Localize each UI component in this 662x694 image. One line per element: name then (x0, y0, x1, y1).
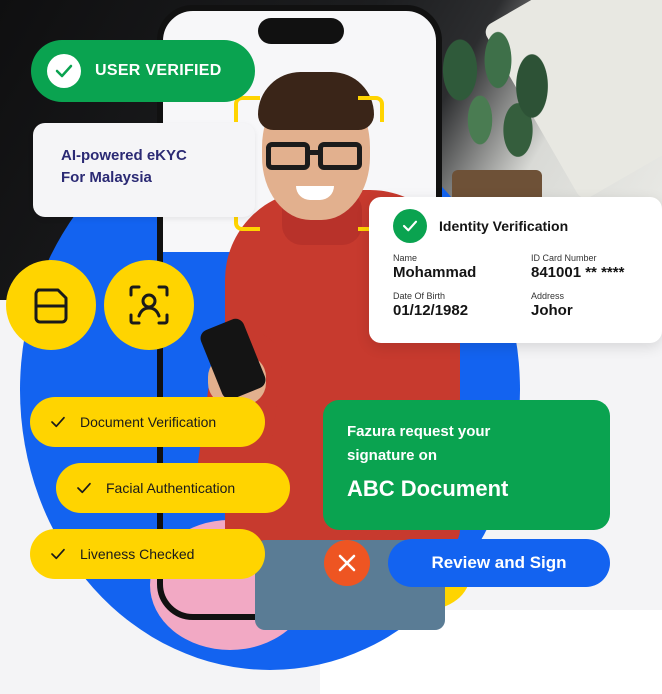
glasses-bridge (308, 150, 320, 155)
feature-label: Facial Authentication (106, 480, 236, 496)
identity-verification-card: Identity Verification Name Mohammad ID C… (369, 197, 662, 343)
check-icon (47, 54, 81, 88)
document-scan-icon (6, 260, 96, 350)
field-value: Mohammad (393, 264, 477, 281)
field-label: Date Of Birth (393, 291, 446, 301)
check-icon (76, 479, 92, 498)
signature-request-line-1: Fazura request your (347, 423, 491, 440)
face-scan-icon (104, 260, 194, 350)
identity-fields: Name Mohammad ID Card Number 841001 ** *… (387, 253, 644, 319)
feature-liveness-checked: Liveness Checked (30, 529, 265, 579)
user-verified-label: USER VERIFIED (95, 62, 222, 79)
check-icon (50, 413, 66, 432)
user-verified-badge: USER VERIFIED (31, 40, 255, 102)
field-label: Name (393, 253, 418, 263)
feature-label: Document Verification (80, 414, 217, 430)
promo-card: AI-powered eKYC For Malaysia (33, 123, 255, 217)
field-value: 01/12/1982 (393, 302, 469, 319)
field-value: Johor (531, 302, 573, 319)
field-label: Address (531, 291, 565, 301)
signature-request-line-2: signature on (347, 447, 438, 464)
promo-line-1: AI-powered eKYC (61, 147, 187, 164)
person-hair (258, 72, 374, 130)
check-icon (393, 209, 427, 243)
field-label: ID Card Number (531, 253, 597, 263)
signature-request-card: Fazura request your signature on ABC Doc… (323, 400, 610, 530)
document-name: ABC Document (347, 476, 509, 501)
field-dob: Date Of Birth 01/12/1982 (393, 291, 531, 319)
feature-label: Liveness Checked (80, 546, 195, 562)
hero-stage: USER VERIFIED AI-powered eKYC For Malays… (0, 0, 662, 694)
glasses-right-lens (318, 142, 362, 170)
promo-line-2: For Malaysia (61, 169, 152, 186)
close-icon (338, 554, 356, 572)
face-scan-bracket-top-left (234, 96, 260, 122)
review-and-sign-button[interactable]: Review and Sign (388, 539, 610, 587)
check-icon (50, 545, 66, 564)
face-scan-bracket-top-right (358, 96, 384, 122)
reject-button[interactable] (324, 540, 370, 586)
glasses-left-lens (266, 142, 310, 170)
field-address: Address Johor (531, 291, 661, 319)
field-id-number: ID Card Number 841001 ** **** (531, 253, 661, 281)
phone-notch (258, 18, 344, 44)
field-name: Name Mohammad (393, 253, 531, 281)
feature-document-verification: Document Verification (30, 397, 265, 447)
field-value: 841001 ** **** (531, 264, 625, 281)
identity-card-header: Identity Verification (393, 209, 644, 243)
identity-card-title: Identity Verification (439, 218, 569, 234)
feature-facial-authentication: Facial Authentication (56, 463, 290, 513)
